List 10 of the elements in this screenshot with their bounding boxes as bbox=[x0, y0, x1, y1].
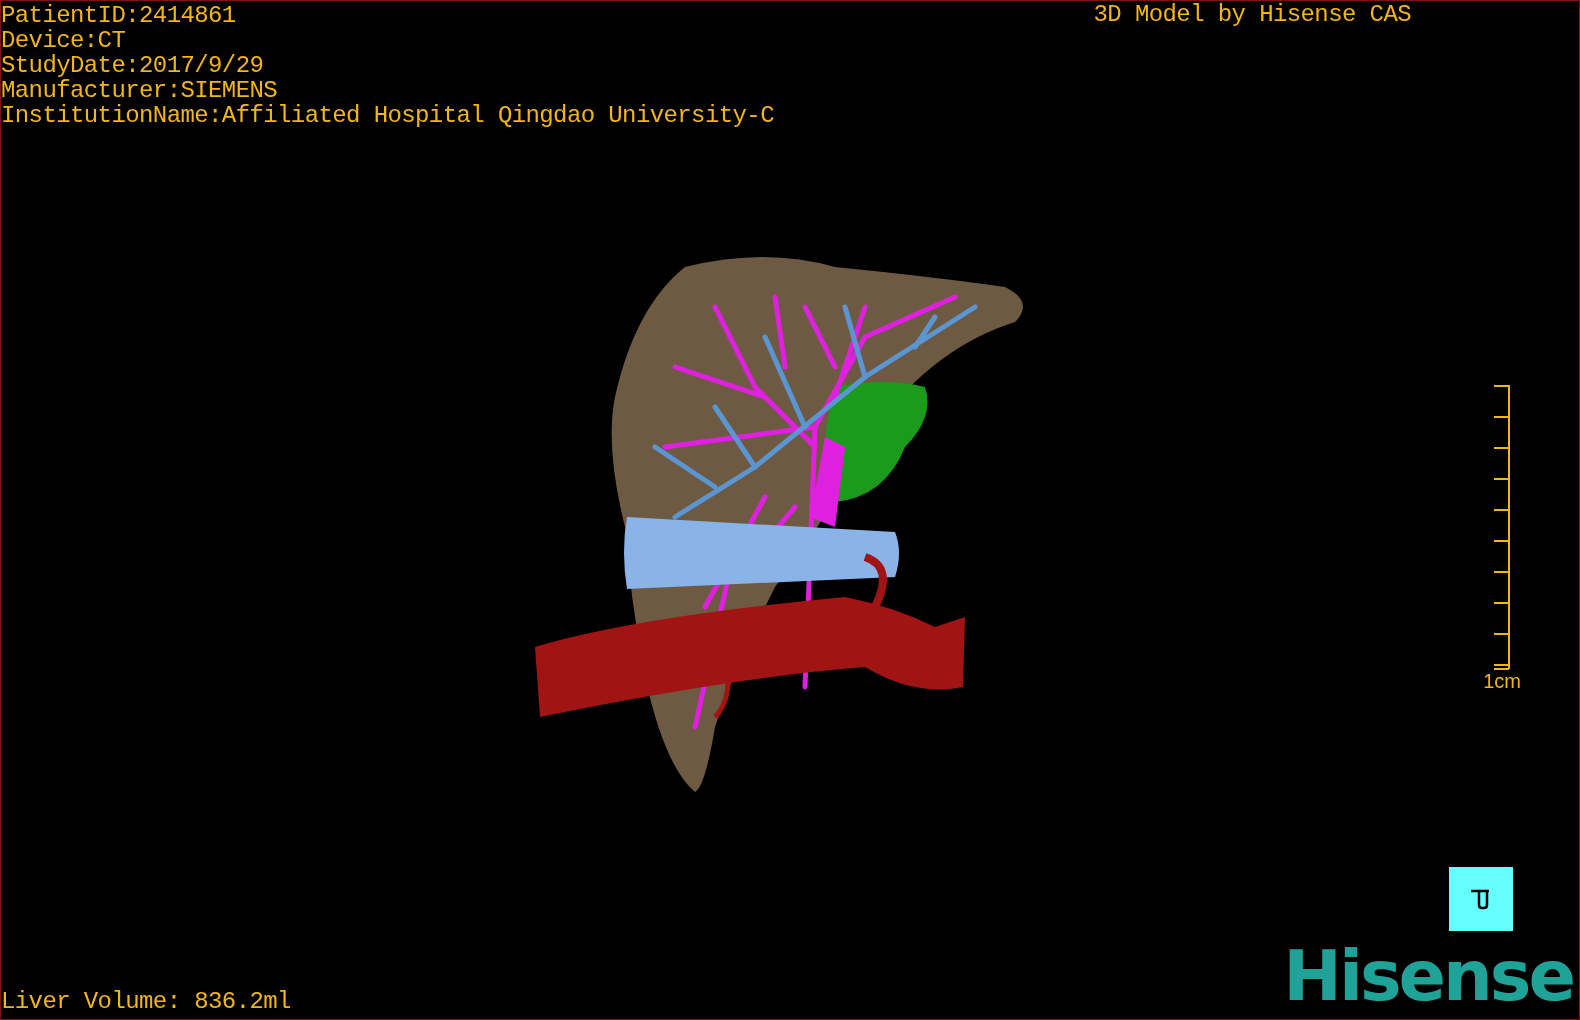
patient-info-line: InstitutionName:Affiliated Hospital Qingdao University-C bbox=[1, 103, 774, 128]
app-title: 3D Model by Hisense CAS bbox=[1093, 1, 1411, 30]
liver-volume: Liver Volume: 836.2ml bbox=[1, 989, 291, 1015]
patient-info-line: StudyDate:2017/9/29 bbox=[1, 53, 265, 78]
patient-info-line: Device:CT bbox=[1, 28, 127, 53]
view-button[interactable] bbox=[1449, 867, 1513, 931]
patient-info-line: PatientID:2414861 bbox=[1, 3, 237, 28]
brand-logo: Hisense bbox=[1283, 943, 1573, 1009]
scale-label: 1cm bbox=[1483, 671, 1521, 691]
patient-info-line: Manufacturer:SIEMENS bbox=[1, 78, 279, 103]
